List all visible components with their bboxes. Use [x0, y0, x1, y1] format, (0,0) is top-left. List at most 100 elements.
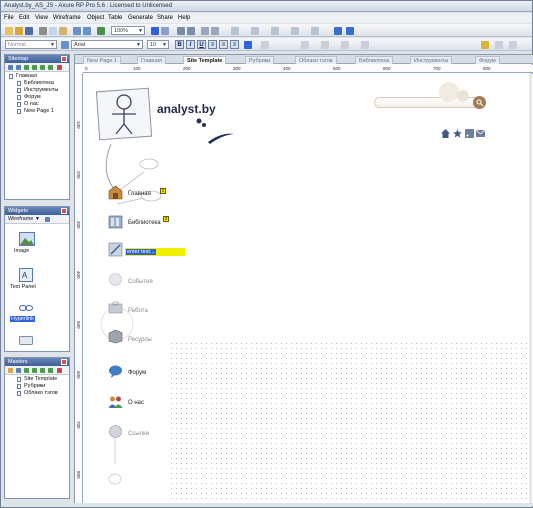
bring-front-icon[interactable]: [201, 27, 209, 35]
events-nav-icon[interactable]: [108, 272, 123, 287]
spacing-icon[interactable]: [341, 41, 349, 49]
arrow-down-icon[interactable]: [32, 368, 37, 373]
design-canvas[interactable]: analyst.by Главная 1 Библиотека 2 enter …: [84, 74, 533, 506]
tab-rubrics[interactable]: Рубрики: [245, 56, 275, 64]
button-widget-icon[interactable]: [19, 336, 33, 345]
tab-library[interactable]: Библиотека: [355, 56, 393, 64]
text-field-widget[interactable]: enter text...: [125, 248, 185, 256]
add-master-icon[interactable]: [16, 368, 21, 373]
nav-label-links[interactable]: Ссылки: [128, 431, 149, 437]
group-icon[interactable]: [177, 27, 185, 35]
align-left-button[interactable]: ≡: [208, 40, 217, 49]
view-toggle-icon[interactable]: [334, 27, 342, 35]
select-mode-icon[interactable]: [151, 27, 159, 35]
nav-label-library[interactable]: Библиотека: [128, 220, 161, 226]
underline-button[interactable]: U: [197, 40, 206, 49]
tab-home[interactable]: Главная: [137, 56, 166, 64]
tree-item-tools[interactable]: Инструменты: [8, 87, 66, 94]
tree-item-forum[interactable]: Форум: [8, 94, 66, 101]
lock-icon[interactable]: [481, 41, 489, 49]
close-icon[interactable]: [61, 359, 67, 365]
tree-item-about[interactable]: О нас: [8, 101, 66, 108]
copy-icon[interactable]: [49, 27, 57, 35]
align-objects-icon[interactable]: [301, 41, 309, 49]
nav-label-home[interactable]: Главная: [128, 191, 151, 197]
work-nav-icon[interactable]: [108, 300, 123, 315]
nav-label-events[interactable]: События: [128, 279, 153, 285]
resources-nav-icon[interactable]: [108, 329, 123, 344]
open-icon[interactable]: [15, 27, 23, 35]
menu-table[interactable]: Table: [108, 15, 122, 21]
tree-item-library[interactable]: Библиотека: [8, 80, 66, 87]
arrow-up-icon[interactable]: [24, 65, 29, 70]
align-right-button[interactable]: ≡: [230, 40, 239, 49]
menu-help[interactable]: Help: [178, 15, 190, 21]
ungroup-icon[interactable]: [187, 27, 195, 35]
hyperlink-widget-label[interactable]: Hyperlink: [10, 316, 35, 322]
forum-nav-icon[interactable]: [108, 364, 123, 379]
indent-icon[interactable]: [40, 368, 45, 373]
close-icon[interactable]: [61, 56, 67, 62]
line-style-icon[interactable]: [291, 27, 299, 35]
tab-site-template[interactable]: Site Template: [183, 56, 227, 64]
bold-button[interactable]: B: [175, 40, 184, 49]
font-family-select[interactable]: Arial ▼: [71, 40, 143, 49]
widget-library-select[interactable]: Wireframe: [8, 216, 33, 222]
unlock-icon[interactable]: [495, 41, 503, 49]
add-child-icon[interactable]: [16, 65, 21, 70]
arrow-down-icon[interactable]: [32, 65, 37, 70]
arrow-style-icon[interactable]: [311, 27, 319, 35]
nav-label-about[interactable]: О нас: [128, 400, 144, 406]
bullet-icon[interactable]: [261, 41, 269, 49]
outdent-icon[interactable]: [48, 65, 53, 70]
tab-forum[interactable]: Форум: [475, 56, 500, 64]
nav-label-forum[interactable]: Форум: [128, 370, 146, 376]
hyperlink-widget-icon[interactable]: [19, 304, 33, 312]
zoom-select[interactable]: 100% ▼: [111, 26, 145, 35]
menu-edit[interactable]: Edit: [19, 15, 29, 21]
vertical-scrollbar[interactable]: [529, 73, 532, 506]
library-nav-icon[interactable]: [108, 214, 123, 229]
image-widget-icon[interactable]: [19, 232, 35, 246]
chevron-down-icon[interactable]: ▼: [35, 216, 40, 222]
menu-object[interactable]: Object: [87, 15, 104, 21]
connector-icon[interactable]: [161, 27, 169, 35]
tools-nav-icon[interactable]: [108, 242, 123, 257]
paste-icon[interactable]: [59, 27, 67, 35]
distribute-icon[interactable]: [321, 41, 329, 49]
indent-icon[interactable]: [40, 65, 45, 70]
mail-icon[interactable]: [476, 130, 485, 137]
font-size-select[interactable]: 10 ▼: [147, 40, 169, 49]
text-color-icon[interactable]: [244, 41, 252, 49]
menu-wireframe[interactable]: Wireframe: [53, 15, 81, 21]
text-panel-widget-icon[interactable]: A: [19, 268, 33, 282]
links-nav-icon[interactable]: [108, 424, 123, 439]
menu-share[interactable]: Share: [157, 15, 173, 21]
tab-new-page-1[interactable]: New Page 1: [83, 56, 121, 64]
close-icon[interactable]: [61, 208, 67, 214]
master-item-site-template[interactable]: Site Template: [8, 376, 66, 383]
send-back-icon[interactable]: [211, 27, 219, 35]
star-icon[interactable]: [453, 129, 462, 138]
italic-button[interactable]: I: [186, 40, 195, 49]
home-icon[interactable]: [441, 129, 450, 138]
new-icon[interactable]: [5, 27, 13, 35]
master-item-tag-cloud[interactable]: Облако тэгов: [8, 390, 66, 397]
redo-icon[interactable]: [83, 27, 91, 35]
save-icon[interactable]: [25, 27, 33, 35]
outdent-icon[interactable]: [48, 368, 53, 373]
undo-icon[interactable]: [73, 27, 81, 35]
add-page-icon[interactable]: [8, 65, 13, 70]
arrow-up-icon[interactable]: [24, 368, 29, 373]
master-item-rubrics[interactable]: Рубрики: [8, 383, 66, 390]
home-nav-icon[interactable]: [108, 185, 123, 200]
delete-icon[interactable]: [57, 65, 62, 70]
rss-icon[interactable]: [465, 129, 474, 138]
line-width-icon[interactable]: [271, 27, 279, 35]
menu-file[interactable]: File: [4, 15, 14, 21]
about-nav-icon[interactable]: [108, 394, 123, 409]
visibility-icon[interactable]: [509, 41, 517, 49]
layer-icon[interactable]: [361, 41, 369, 49]
style-select[interactable]: Normal ▼: [5, 40, 57, 49]
nav-label-resources[interactable]: Ресурсы: [128, 337, 152, 343]
